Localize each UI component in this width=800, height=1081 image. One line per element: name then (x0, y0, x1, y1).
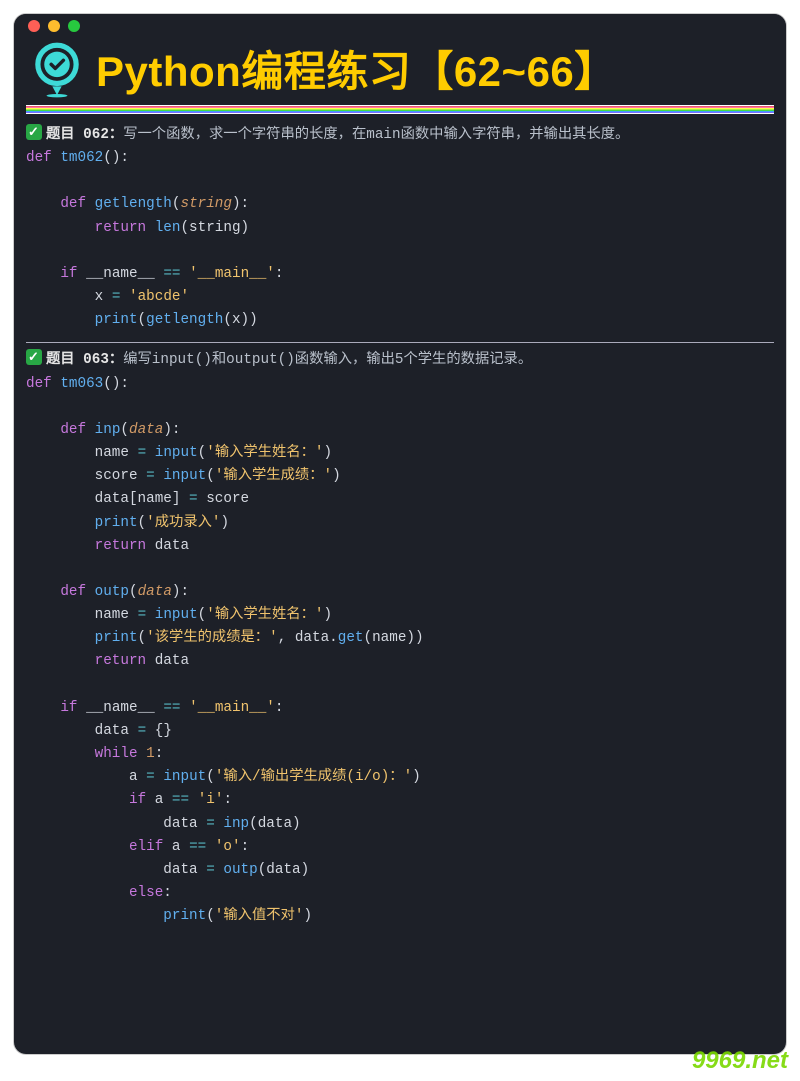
code-line: print('该学生的成绩是：', data.get(name)) (26, 627, 774, 650)
code-line (26, 674, 774, 697)
maximize-icon[interactable] (68, 20, 80, 32)
page-title: Python编程练习【62~66】 (96, 38, 617, 99)
close-icon[interactable] (28, 20, 40, 32)
code-line: print(getlength(x)) (26, 309, 774, 332)
check-icon (26, 349, 42, 365)
code-line: def inp(data): (26, 419, 774, 442)
code-line (26, 170, 774, 193)
code-line: if a == 'i': (26, 789, 774, 812)
code-line: data = inp(data) (26, 813, 774, 836)
minimize-icon[interactable] (48, 20, 60, 32)
watermark: 9969.net (692, 1047, 788, 1075)
code-line: def tm063(): (26, 373, 774, 396)
window-titlebar (14, 14, 786, 38)
code-line: score = input('输入学生成绩：') (26, 465, 774, 488)
code-line: def tm062(): (26, 147, 774, 170)
code-line: return data (26, 650, 774, 673)
code-line: def getlength(string): (26, 193, 774, 216)
problem-header: 题目 063：编写input()和output()函数输入，输出5个学生的数据记… (26, 349, 774, 372)
code-line (26, 396, 774, 419)
code-line: else: (26, 882, 774, 905)
code-line: def outp(data): (26, 581, 774, 604)
rainbow-divider (26, 105, 774, 114)
code-line: return len(string) (26, 217, 774, 240)
header: Python编程练习【62~66】 (14, 38, 786, 101)
code-line: data[name] = score (26, 488, 774, 511)
code-line: data = {} (26, 720, 774, 743)
code-line: if __name__ == '__main__': (26, 263, 774, 286)
code-area: 题目 062：写一个函数，求一个字符串的长度，在main函数中输入字符串，并输出… (14, 120, 786, 928)
code-line: name = input('输入学生姓名：') (26, 442, 774, 465)
code-line: name = input('输入学生姓名：') (26, 604, 774, 627)
divider (26, 342, 774, 343)
code-line: x = 'abcde' (26, 286, 774, 309)
problem-header: 题目 062：写一个函数，求一个字符串的长度，在main函数中输入字符串，并输出… (26, 124, 774, 147)
code-line: if __name__ == '__main__': (26, 697, 774, 720)
code-line: print('成功录入') (26, 512, 774, 535)
code-line: a = input('输入/输出学生成绩(i/o)：') (26, 766, 774, 789)
logo-icon (28, 40, 86, 98)
check-icon (26, 124, 42, 140)
code-line (26, 240, 774, 263)
code-line: while 1: (26, 743, 774, 766)
code-line: return data (26, 535, 774, 558)
code-line (26, 558, 774, 581)
code-window: Python编程练习【62~66】 题目 062：写一个函数，求一个字符串的长度… (14, 14, 786, 1054)
code-line: print('输入值不对') (26, 905, 774, 928)
code-line: data = outp(data) (26, 859, 774, 882)
code-line: elif a == 'o': (26, 836, 774, 859)
